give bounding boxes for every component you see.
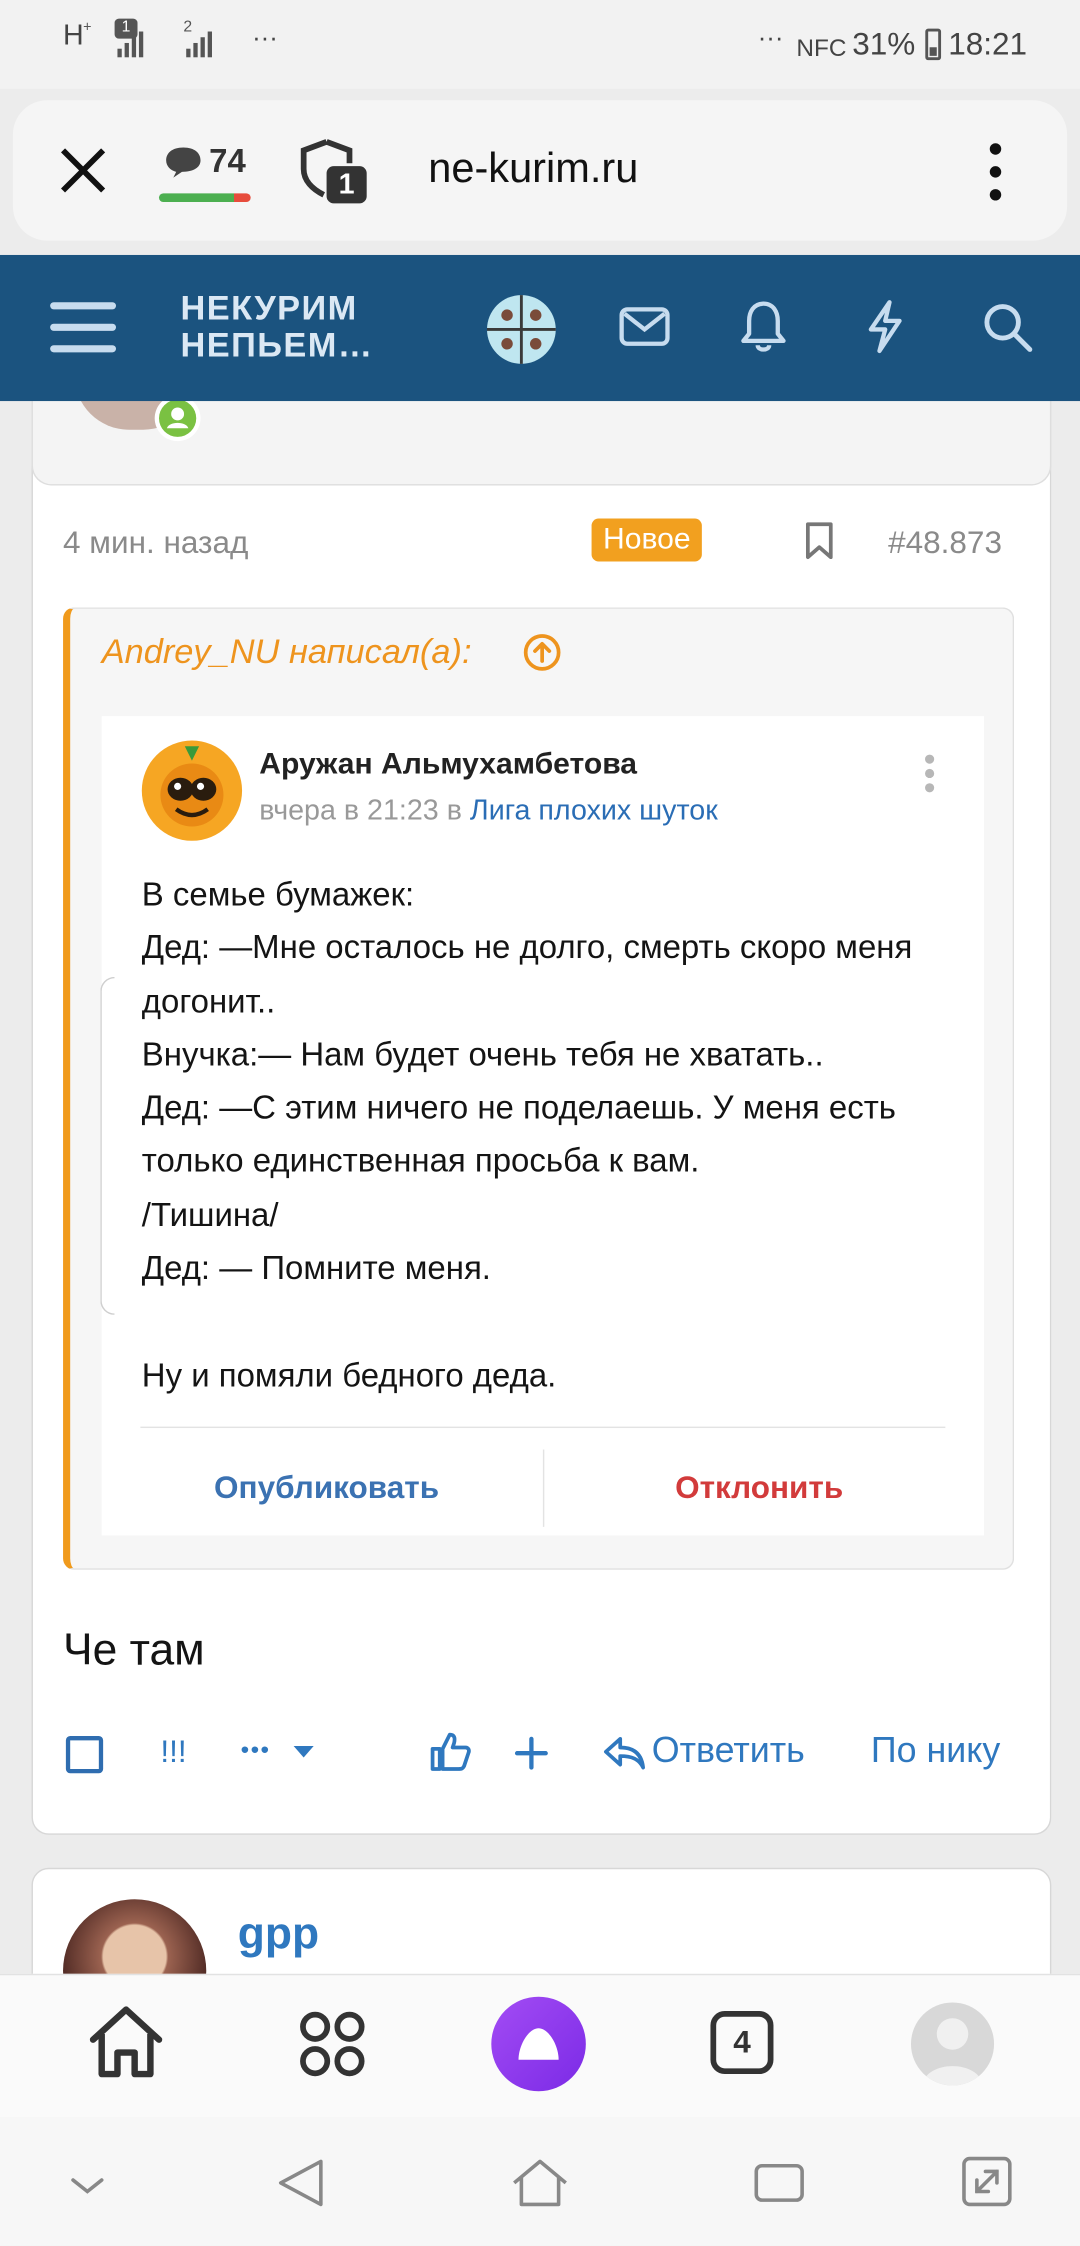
- embedded-post-group-link[interactable]: Лига плохих шуток: [470, 795, 718, 827]
- signal-1-icon: [117, 31, 146, 58]
- profile-silhouette-icon: [922, 2018, 983, 2086]
- nfc-icon: NFC: [796, 34, 847, 62]
- network-plus: +: [83, 20, 92, 36]
- embedded-post-text: В семье бумажек: Дед: —Мне осталось не д…: [141, 875, 913, 1394]
- alice-icon: [518, 2028, 559, 2060]
- battery-percent: 31%: [852, 25, 916, 62]
- reply-button[interactable]: Ответить: [652, 1730, 805, 1772]
- back-icon[interactable]: [275, 2157, 327, 2209]
- close-icon[interactable]: [60, 148, 106, 194]
- profile-avatar-button[interactable]: [910, 2002, 995, 2086]
- publish-button[interactable]: Опубликовать: [140, 1470, 512, 1507]
- post-body-text: Че там: [63, 1624, 205, 1675]
- post-number[interactable]: #48.873: [888, 524, 1002, 561]
- screen: H + 1 2 ··· ··· NFC 31% 18:21 74 1 ne-ku…: [0, 0, 1080, 2246]
- comments-progress-bar: [158, 193, 251, 202]
- embedded-post-in: в: [446, 794, 462, 827]
- quote-author[interactable]: Andrey_NU написал(а):: [102, 633, 472, 673]
- hide-keyboard-icon[interactable]: [69, 2174, 106, 2197]
- battery-icon: [925, 28, 942, 61]
- bell-icon[interactable]: [741, 299, 787, 353]
- reply-icon[interactable]: [603, 1735, 646, 1772]
- embedded-post-menu-icon[interactable]: [924, 753, 935, 796]
- recents-icon[interactable]: [752, 2159, 806, 2205]
- more-indicators-right: ···: [757, 22, 784, 52]
- embedded-author-avatar[interactable]: [141, 740, 243, 841]
- signal-2-icon: [186, 31, 215, 58]
- plus-icon[interactable]: [514, 1736, 548, 1770]
- post-time[interactable]: 4 мин. назад: [63, 524, 248, 561]
- bookmark-icon[interactable]: [804, 521, 836, 560]
- search-icon[interactable]: [983, 302, 1035, 354]
- expand-icon[interactable]: [960, 2154, 1014, 2208]
- site-logo[interactable]: НЕКУРИМ НЕПЬЕМ…: [180, 289, 374, 366]
- decline-button[interactable]: Отклонить: [573, 1470, 945, 1507]
- comments-count: 74: [209, 141, 246, 180]
- embedded-author-name[interactable]: Аружан Альмухамбетова: [259, 748, 637, 782]
- site-logo-line1: НЕКУРИМ: [180, 289, 358, 329]
- clock: 18:21: [948, 25, 1028, 62]
- status-bar: [0, 0, 1080, 89]
- more-indicators: ···: [252, 22, 278, 52]
- url-field[interactable]: ne-kurim.ru: [428, 146, 638, 193]
- services-grid-icon[interactable]: [299, 2011, 365, 2077]
- user-avatar-icon[interactable]: [487, 295, 556, 364]
- home-nav-icon[interactable]: [510, 2157, 570, 2209]
- more-actions-button[interactable]: •••: [241, 1736, 271, 1765]
- embedded-post-divider: [140, 1426, 946, 1429]
- overflow-menu-icon[interactable]: [988, 143, 1002, 201]
- menu-icon[interactable]: [50, 299, 117, 356]
- next-post-author[interactable]: gpp: [238, 1908, 319, 1960]
- site-logo-line2: НЕПЬЕМ…: [180, 326, 374, 366]
- like-icon[interactable]: [428, 1730, 471, 1773]
- go-to-quote-icon[interactable]: [523, 633, 562, 672]
- exclaim-button[interactable]: !!!: [160, 1733, 186, 1770]
- envelope-icon[interactable]: [619, 305, 671, 348]
- shield-badge: 1: [338, 169, 355, 201]
- tabs-count-button[interactable]: 4: [710, 2011, 774, 2075]
- comments-icon[interactable]: [165, 145, 202, 179]
- quote-edge-marker: [100, 976, 115, 1315]
- lightning-icon[interactable]: [865, 299, 905, 354]
- network-type: H: [63, 20, 84, 52]
- select-post-checkbox[interactable]: [65, 1736, 104, 1774]
- reply-by-nick-button[interactable]: По нику: [871, 1730, 1000, 1772]
- embedded-buttons-separator: [542, 1449, 545, 1527]
- embedded-post-time: вчера в 21:23: [259, 794, 439, 827]
- embedded-post-meta: вчера в 21:23 в Лига плохих шуток: [259, 795, 718, 828]
- chevron-down-icon[interactable]: [292, 1745, 315, 1759]
- home-icon[interactable]: [86, 2002, 166, 2082]
- new-badge: Новое: [591, 518, 703, 562]
- online-status-icon: [158, 399, 197, 437]
